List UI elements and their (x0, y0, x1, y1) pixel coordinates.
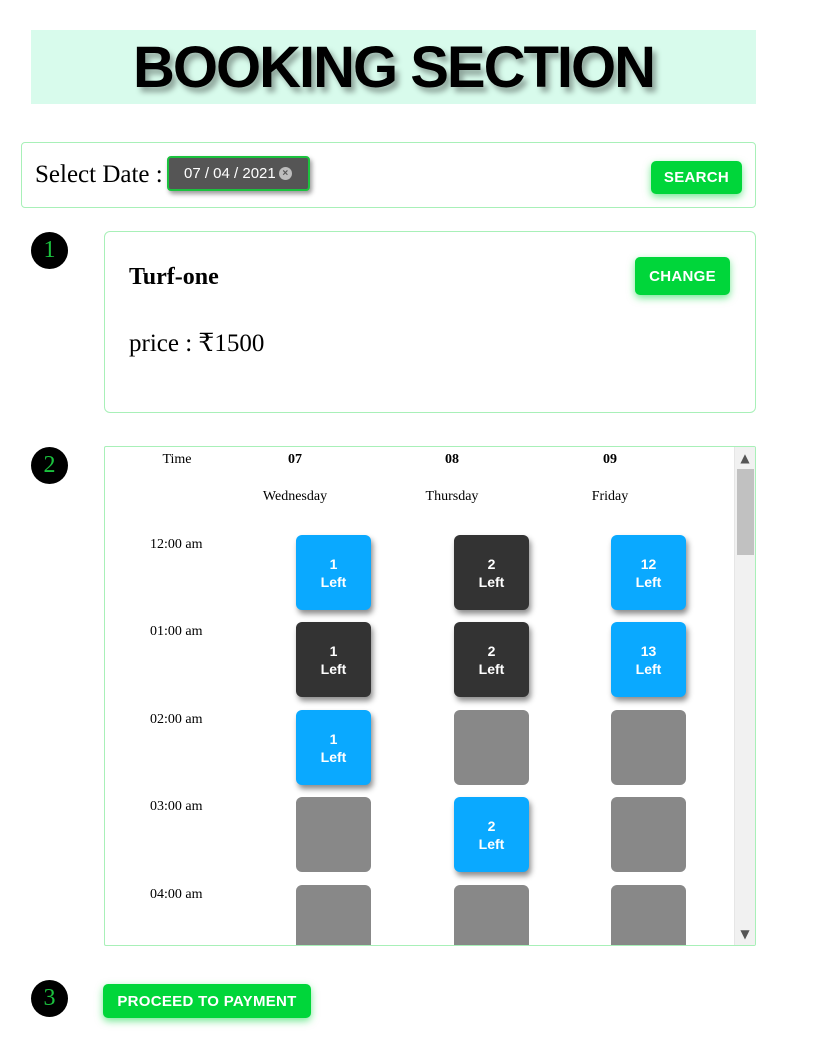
slot-count: 1 (329, 730, 338, 747)
slot-left-label: Left (320, 660, 347, 677)
clear-circle-icon[interactable]: × (278, 167, 292, 180)
date-input[interactable]: 07 / 04 / 2021 × (167, 156, 310, 191)
slot-count: 1 (329, 642, 338, 659)
page-title: BOOKING SECTION (132, 34, 656, 100)
day-date-2: 08 (445, 452, 459, 467)
time-label: 02:00 am (150, 712, 203, 727)
time-slot-available[interactable]: 13 Left (611, 622, 686, 697)
slot-count: 2 (487, 817, 496, 834)
time-slot-selected[interactable]: 2 Left (454, 622, 529, 697)
header-banner: BOOKING SECTION (31, 30, 756, 104)
slot-left-label: Left (478, 660, 505, 677)
time-label: 04:00 am (150, 887, 203, 902)
slot-count: 2 (487, 555, 496, 572)
scroll-up-icon[interactable]: ▲ (735, 449, 755, 467)
slot-left-label: Left (320, 748, 347, 765)
scroll-down-icon[interactable]: ▼ (735, 925, 755, 943)
date-value: 07 / 04 / 2021 (184, 165, 276, 182)
scroll-thumb[interactable] (737, 469, 754, 555)
time-slot-available[interactable]: 1 Left (296, 710, 371, 785)
time-slot-available[interactable]: 12 Left (611, 535, 686, 610)
turf-price: price : ₹1500 (129, 330, 265, 357)
day-weekday-1: Wednesday (262, 489, 328, 504)
slot-count: 13 (640, 642, 657, 659)
slot-left-label: Left (320, 573, 347, 590)
slot-left-label: Left (478, 835, 505, 852)
day-weekday-2: Thursday (425, 489, 479, 504)
step-2-badge: 2 (31, 447, 68, 484)
day-weekday-3: Friday (591, 489, 629, 504)
schedule-scrollbar[interactable]: ▲ ▼ (734, 447, 755, 945)
time-slot-unavailable (611, 797, 686, 872)
slot-left-label: Left (635, 573, 662, 590)
change-turf-button[interactable]: CHANGE (635, 257, 730, 295)
time-column-header: Time (162, 452, 192, 467)
slot-count: 1 (329, 555, 338, 572)
time-slot-unavailable (296, 797, 371, 872)
turf-name: Turf-one (129, 264, 219, 290)
time-label: 12:00 am (150, 537, 203, 552)
time-slot-selected[interactable]: 2 Left (454, 535, 529, 610)
proceed-to-payment-button[interactable]: PROCEED TO PAYMENT (103, 984, 311, 1018)
step-1-badge: 1 (31, 232, 68, 269)
schedule-grid[interactable]: Time 07 Wednesday 08 Thursday 09 Friday 12:00 … (104, 446, 756, 946)
time-slot-unavailable (611, 885, 686, 945)
time-slot-available[interactable]: 2 Left (454, 797, 529, 872)
slot-count: 2 (487, 642, 496, 659)
day-date-1: 07 (288, 452, 302, 467)
slot-left-label: Left (635, 660, 662, 677)
step-3-badge: 3 (31, 980, 68, 1017)
turf-card: Turf-one price : ₹1500 CHANGE (104, 231, 756, 413)
time-label: 01:00 am (150, 624, 203, 639)
time-slot-available[interactable]: 1 Left (296, 535, 371, 610)
time-label: 03:00 am (150, 799, 203, 814)
search-button[interactable]: SEARCH (651, 161, 742, 194)
time-slot-unavailable (611, 710, 686, 785)
select-date-label: Select Date : (35, 161, 163, 188)
time-slot-unavailable (454, 885, 529, 945)
time-slot-unavailable (296, 885, 371, 945)
time-slot-selected[interactable]: 1 Left (296, 622, 371, 697)
date-panel: Select Date : 07 / 04 / 2021 × SEARCH (21, 142, 756, 208)
slot-count: 12 (640, 555, 657, 572)
slot-left-label: Left (478, 573, 505, 590)
time-slot-unavailable (454, 710, 529, 785)
day-date-3: 09 (603, 452, 617, 467)
